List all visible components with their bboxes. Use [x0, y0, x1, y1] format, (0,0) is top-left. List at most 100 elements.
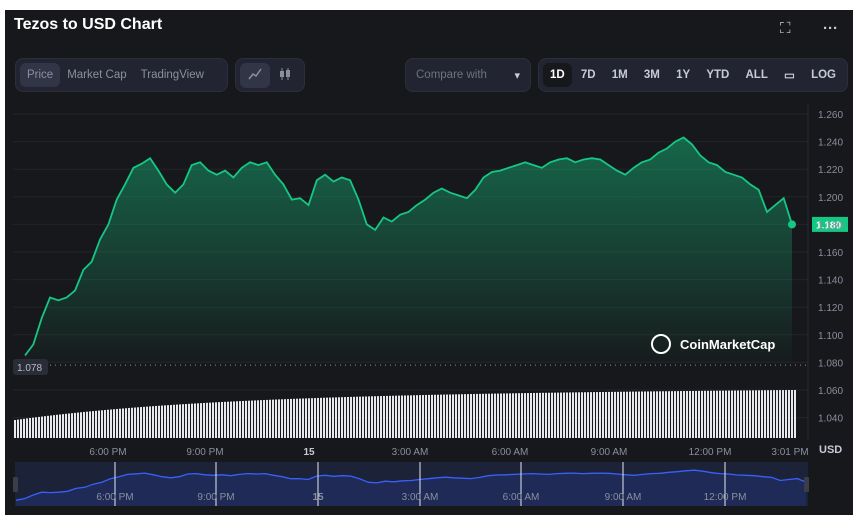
- volume-bar: [20, 419, 22, 438]
- volume-bar: [632, 391, 634, 438]
- volume-bar: [683, 391, 685, 438]
- price-chart[interactable]: 1.078 1.180 1.2601.2401.2201.2001.1801.1…: [0, 0, 862, 520]
- volume-bar: [122, 408, 124, 438]
- navigator-tick-label: 3:00 AM: [402, 492, 439, 503]
- volume-bar: [110, 409, 112, 438]
- volume-bar: [788, 390, 790, 438]
- volume-bar: [335, 397, 337, 438]
- x-tick-label: 12:00 PM: [689, 447, 732, 458]
- volume-bar: [38, 416, 40, 438]
- y-tick-label: 1.100: [818, 331, 843, 342]
- volume-bar: [278, 399, 280, 438]
- volume-bar: [251, 400, 253, 438]
- volume-bar: [389, 395, 391, 438]
- volume-bar: [17, 419, 19, 438]
- volume-bar: [206, 402, 208, 438]
- volume-bar: [671, 391, 673, 438]
- volume-bar: [422, 395, 424, 438]
- volume-bar: [194, 403, 196, 438]
- volume-bar: [749, 390, 751, 438]
- navigator-right-handle[interactable]: [804, 477, 809, 492]
- volume-bar: [263, 400, 265, 438]
- volume-bar: [23, 418, 25, 438]
- volume-bar: [14, 420, 16, 438]
- volume-bar: [698, 390, 700, 438]
- volume-bar: [587, 392, 589, 438]
- volume-bar: [794, 389, 796, 438]
- volume-bar: [692, 390, 694, 438]
- volume-bar: [350, 396, 352, 438]
- volume-bar: [341, 397, 343, 438]
- volume-bar: [74, 412, 76, 438]
- volume-bar: [611, 391, 613, 438]
- x-tick-label: 9:00 AM: [591, 447, 628, 458]
- volume-bar: [203, 402, 205, 438]
- volume-bar: [452, 394, 454, 438]
- volume-bar: [677, 391, 679, 438]
- volume-bar: [101, 410, 103, 438]
- volume-bar: [560, 392, 562, 438]
- volume-bar: [374, 396, 376, 438]
- volume-bar: [524, 393, 526, 438]
- volume-bar: [470, 394, 472, 438]
- navigator-left-handle[interactable]: [13, 477, 18, 492]
- x-tick-label: 9:00 PM: [186, 447, 223, 458]
- volume-bar: [233, 401, 235, 438]
- volume-bar: [689, 390, 691, 438]
- volume-bar: [620, 391, 622, 438]
- volume-bar: [488, 393, 490, 438]
- volume-bar: [581, 392, 583, 438]
- volume-bar: [29, 418, 31, 438]
- volume-bar: [428, 394, 430, 438]
- volume-bar: [83, 411, 85, 438]
- volume-bar: [533, 392, 535, 438]
- volume-bar: [242, 400, 244, 438]
- volume-bar: [737, 390, 739, 438]
- volume-bar: [356, 396, 358, 438]
- volume-bar: [413, 395, 415, 438]
- volume-bar: [521, 393, 523, 438]
- volume-bar: [596, 392, 598, 438]
- navigator-tick-label: 15: [312, 492, 324, 503]
- volume-bar: [359, 396, 361, 438]
- volume-bar: [161, 405, 163, 438]
- volume-bar: [605, 391, 607, 438]
- volume-bar: [368, 396, 370, 438]
- volume-bar: [86, 411, 88, 438]
- volume-bar: [371, 396, 373, 438]
- volume-bar: [779, 390, 781, 438]
- volume-bar: [530, 393, 532, 438]
- volume-bar: [476, 393, 478, 438]
- volume-bar: [254, 400, 256, 438]
- volume-bar: [680, 391, 682, 438]
- volume-bar: [425, 394, 427, 438]
- volume-bar: [434, 394, 436, 438]
- volume-bar: [542, 392, 544, 438]
- volume-bar: [491, 393, 493, 438]
- volume-bar: [137, 407, 139, 438]
- volume-bar: [299, 398, 301, 438]
- volume-bar: [614, 391, 616, 438]
- volume-bar: [773, 390, 775, 438]
- volume-bar: [410, 395, 412, 438]
- volume-bar: [128, 407, 130, 438]
- volume-bar: [134, 407, 136, 438]
- volume-bar: [713, 390, 715, 438]
- volume-bar: [701, 390, 703, 438]
- volume-bar: [281, 399, 283, 438]
- volume-bar: [308, 398, 310, 438]
- volume-bar: [107, 409, 109, 438]
- volume-bar: [77, 412, 79, 438]
- volume-bar: [515, 393, 517, 438]
- x-tick-label: 3:01 PM: [771, 447, 808, 458]
- volume-bar: [311, 398, 313, 438]
- volume-bar: [155, 405, 157, 438]
- navigator-tick-label: 9:00 PM: [197, 492, 234, 503]
- volume-bar: [629, 391, 631, 438]
- volume-bar: [563, 392, 565, 438]
- volume-bar: [332, 397, 334, 438]
- volume-bar: [116, 408, 118, 438]
- volume-bar: [353, 396, 355, 438]
- volume-bar: [575, 392, 577, 438]
- volume-bar: [536, 392, 538, 438]
